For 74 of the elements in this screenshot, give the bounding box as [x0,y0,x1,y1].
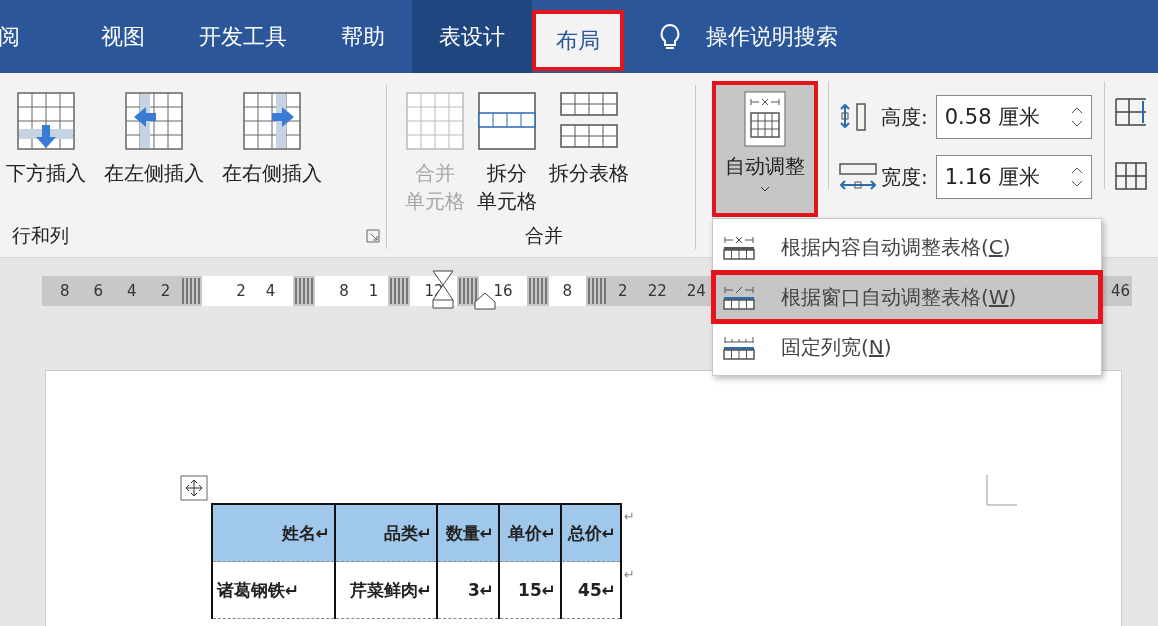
ribbon-button[interactable]: 在左侧插入 [100,85,208,187]
ruler-number: 22 [646,282,668,300]
menu-item[interactable]: 根据内容自动调整表格(C) [713,222,1101,272]
table-cell: 45↵ [561,561,621,619]
ruler-number: 4 [264,282,277,300]
menu-item[interactable]: 根据窗口自动调整表格(W) [713,272,1101,322]
ribbon-button[interactable]: 下方插入 [2,85,90,187]
autofit-label: 自动调整 [725,153,805,180]
ruler-number: 6 [92,282,105,300]
table-grid-icon [124,91,184,151]
spin-field[interactable]: 1.16 厘米 [935,155,1092,199]
ruler-number: 2 [235,282,247,300]
spin-field[interactable]: 0.58 厘米 [935,95,1092,139]
table-grid-icon [16,91,76,151]
ruler-number: 4 [126,282,138,300]
group-label: 行和列 [12,223,69,248]
table-cell: 3↵ [437,561,499,619]
ruler-number: 1 [367,282,380,300]
autofit-icon [723,234,755,260]
column-header: 单价↵ [499,504,561,562]
column-width-icon [723,334,755,360]
ruler-number: 24 [685,282,707,300]
ruler-number: 46 [1110,282,1131,300]
column-width-icon [839,163,877,191]
column-header: 姓名↵ [212,504,335,562]
ruler-number: 8 [338,282,350,300]
move-handle-icon [180,475,208,501]
ruler-number: 16 [492,282,514,300]
table-cell: 15↵ [499,561,561,619]
spinner-icon [1070,107,1083,127]
paragraph-mark: ↵ [624,509,635,524]
autofit-button[interactable]: 自动调整 [712,81,818,217]
ruler-number: 2 [159,282,172,300]
table-cell: 诸葛钢铁↵ [212,561,335,619]
ribbon-tab[interactable]: 阅 [0,0,74,73]
table-grid-icon [242,91,302,151]
distribute-columns-icon [1114,161,1147,191]
ribbon-tab[interactable]: 视图 [74,0,172,73]
tell-me-search[interactable]: 操作说明搜索 [706,21,838,52]
autofit-table-icon [744,91,786,147]
group-label: 合并 [525,223,563,248]
column-marker[interactable] [390,278,409,304]
margin-corner-mark [986,475,1017,506]
ribbon-button[interactable]: 拆分表格 [545,85,633,187]
ribbon-tab[interactable]: 帮助 [314,0,412,73]
ribbon-tab[interactable]: 表设计 [412,0,532,73]
ribbon-button[interactable]: 拆分 单元格 [473,85,541,215]
caret-icon [760,186,770,193]
column-marker[interactable] [182,278,201,304]
size-label: 高度: [881,103,928,131]
ribbon-tab[interactable]: 开发工具 [172,0,314,73]
menu-item[interactable]: 固定列宽(N) [713,322,1101,372]
spinner-icon [1070,167,1083,187]
table-grid-icon [405,91,465,151]
paragraph-mark: ↵ [624,567,635,582]
column-marker[interactable] [459,278,478,304]
ruler-number: 8 [561,282,574,300]
ruler-number: 2 [617,282,629,300]
column-header: 总价↵ [561,504,621,562]
ruler-number: 8 [59,282,71,300]
lightbulb-icon [658,22,682,51]
size-label: 宽度: [881,163,928,191]
column-marker[interactable] [295,278,314,304]
distribute-rows-icon [1114,97,1147,127]
table-grid-icon [559,91,619,151]
ribbon-button[interactable]: 在右侧插入 [218,85,326,187]
table-grid-icon [477,91,537,151]
column-marker[interactable] [588,278,607,304]
column-header: 品类↵ [335,504,437,562]
autofit-icon [723,284,755,310]
ribbon-tab[interactable]: 布局 [532,10,624,71]
table-cell: 芹菜鲜肉↵ [335,561,437,619]
column-marker[interactable] [528,278,547,304]
column-header: 数量↵ [437,504,499,562]
